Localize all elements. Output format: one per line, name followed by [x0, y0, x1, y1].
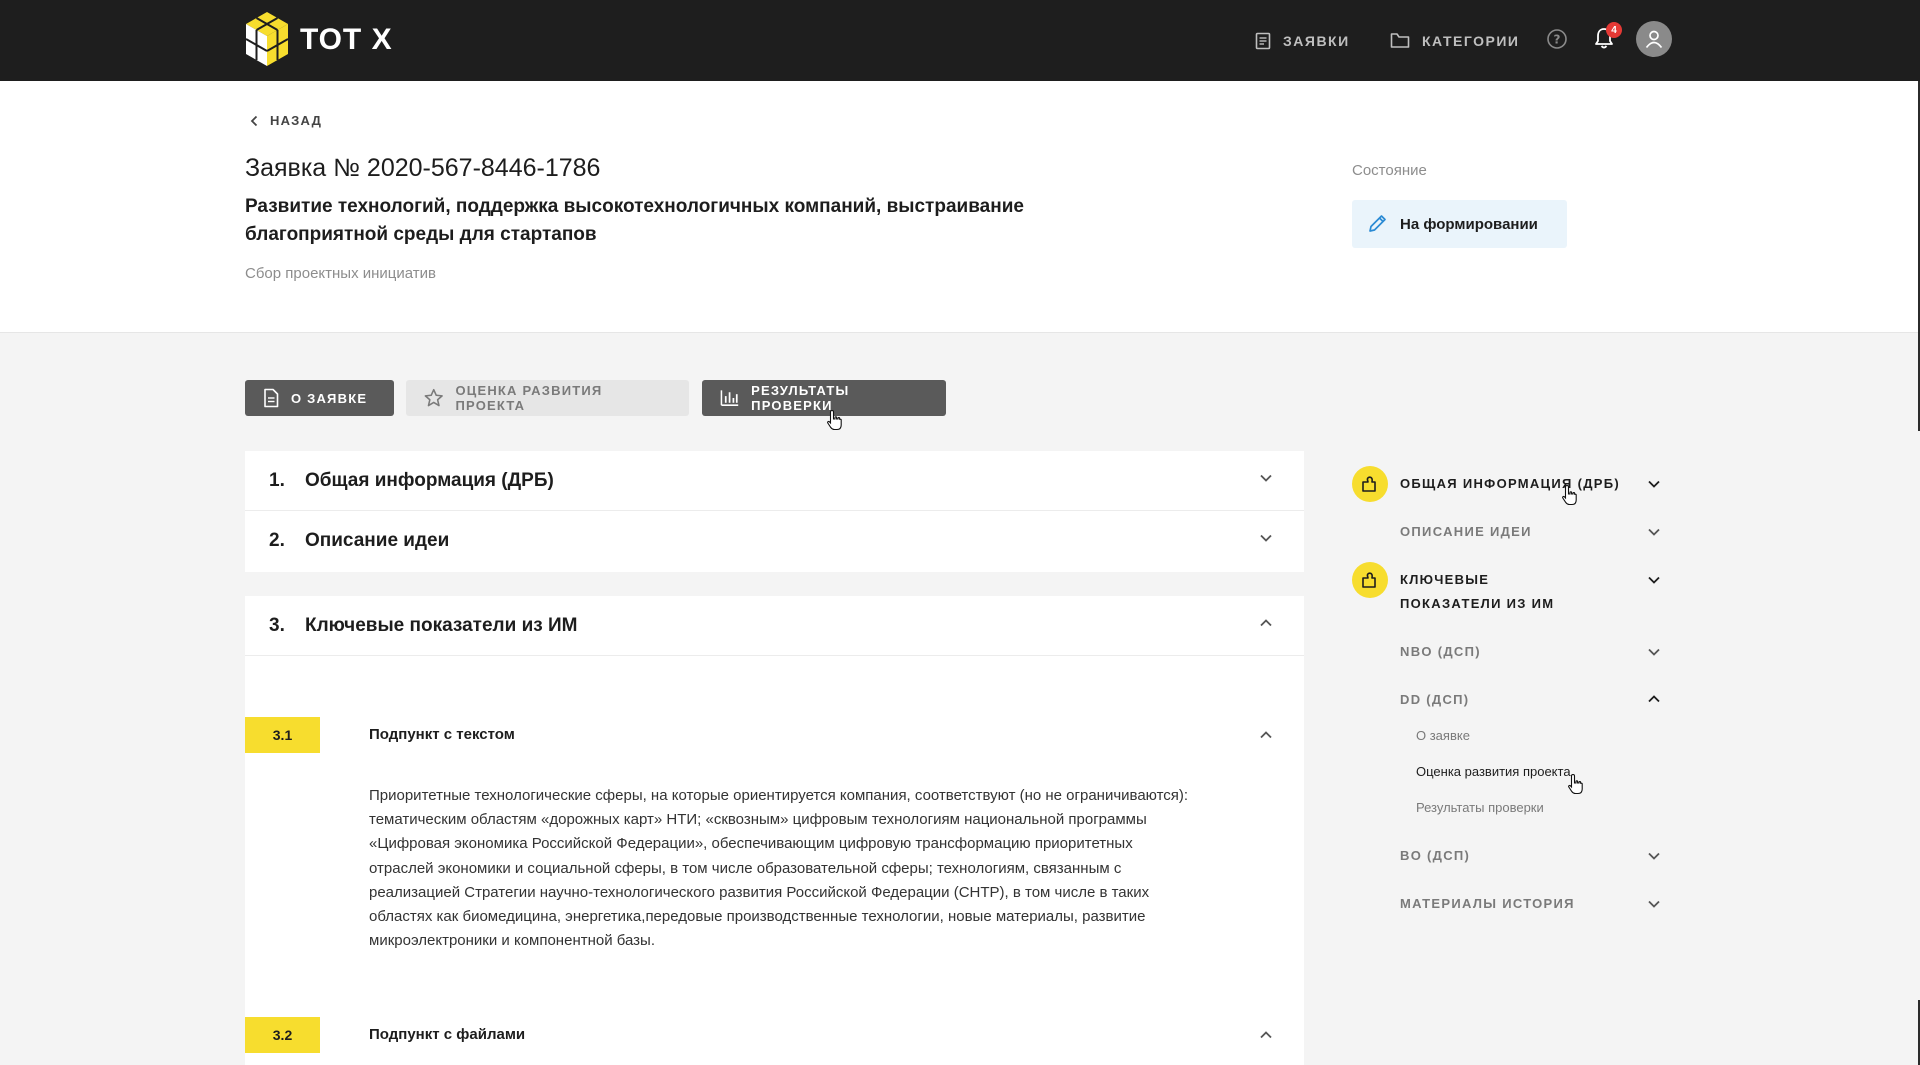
avatar[interactable]: [1636, 21, 1672, 57]
section-number: 1.: [269, 469, 285, 491]
chevron-down-icon[interactable]: [1647, 575, 1661, 585]
back-label: НАЗАД: [270, 113, 323, 128]
section-title: Описание идеи: [305, 530, 450, 551]
tab-about-label: О ЗАЯВКЕ: [291, 390, 368, 406]
state-label: Состояние: [1352, 162, 1427, 179]
sidebar-item-idea[interactable]: ОПИСАНИЕ ИДЕИ: [1400, 520, 1532, 544]
logo[interactable]: ТОТ X: [244, 10, 393, 70]
sidebar-item-bo[interactable]: BO (ДСП): [1400, 844, 1470, 868]
subsection-title[interactable]: Подпункт с текстом: [369, 726, 515, 743]
section-general-info[interactable]: 1. Общая информация (ДРБ): [245, 451, 1304, 511]
nav-categories-label: КАТЕГОРИИ: [1422, 32, 1520, 49]
chevron-up-icon[interactable]: [1259, 730, 1273, 740]
chevron-down-icon[interactable]: [1647, 527, 1661, 537]
svg-text:?: ?: [1554, 33, 1561, 47]
bar-chart-icon: [720, 390, 739, 406]
status-badge-label: На формировании: [1400, 215, 1538, 233]
subsection-number-badge: 3.1: [245, 717, 320, 753]
tab-evaluation[interactable]: ОЦЕНКА РАЗВИТИЯ ПРОЕКТА: [406, 380, 689, 416]
request-subtitle: Развитие технологий, поддержка высокотех…: [245, 196, 1024, 245]
chevron-down-icon[interactable]: [1647, 479, 1661, 489]
logo-cube-icon: [245, 12, 289, 66]
notifications-badge: 4: [1606, 22, 1622, 38]
chevron-up-icon[interactable]: [1647, 694, 1661, 704]
document-icon: [264, 388, 279, 408]
nav-requests-label: ЗАЯВКИ: [1283, 32, 1350, 49]
section-idea-description[interactable]: 2. Описание идеи: [245, 511, 1304, 571]
logo-text: ТОТ X: [300, 23, 393, 56]
puzzle-icon: [1352, 562, 1388, 598]
sidebar-item-nbo[interactable]: NBO (ДСП): [1400, 640, 1481, 664]
chevron-left-icon: [250, 115, 258, 126]
pencil-icon: [1369, 215, 1386, 232]
sidebar-subitem-results[interactable]: Результаты проверки: [1416, 800, 1544, 815]
nav-categories[interactable]: КАТЕГОРИИ: [1390, 0, 1519, 81]
tab-results[interactable]: РЕЗУЛЬТАТЫ ПРОВЕРКИ: [702, 380, 946, 416]
status-badge: На формировании: [1352, 200, 1567, 248]
hand-cursor-icon: [827, 409, 842, 431]
sidebar-item-materials[interactable]: МАТЕРИАЛЫ ИСТОРИЯ: [1400, 892, 1575, 916]
chevron-down-icon: [1260, 534, 1272, 542]
subsection-text: Приоритетные технологические сферы, на к…: [369, 787, 1189, 950]
subsection-title[interactable]: Подпункт с файлами: [369, 1026, 525, 1043]
request-category: Сбор проектных инициатив: [245, 265, 437, 282]
sidebar-item-dd[interactable]: DD (ДСП): [1400, 688, 1469, 712]
help-icon[interactable]: ?: [1546, 28, 1568, 55]
sidebar-item-label: ПОКАЗАТЕЛИ ИЗ ИМ: [1400, 596, 1555, 611]
folder-icon: [1390, 33, 1410, 48]
section-title: Ключевые показатели из ИМ: [305, 614, 578, 636]
tab-about[interactable]: О ЗАЯВКЕ: [245, 380, 394, 416]
star-icon: [424, 388, 443, 407]
chevron-up-icon[interactable]: [1259, 1030, 1273, 1040]
hand-cursor-icon: [1562, 484, 1577, 506]
sidebar-subitem-evaluation[interactable]: Оценка развития проекта: [1416, 764, 1571, 779]
subsection-number-badge: 3.2: [245, 1017, 320, 1053]
sections-card: 1. Общая информация (ДРБ) 2. Описание ид…: [245, 451, 1304, 572]
section-key-indicators-card: 3. Ключевые показатели из ИМ 3.1 Подпунк…: [245, 596, 1304, 1065]
sidebar-item-label: КЛЮЧЕВЫЕ: [1400, 572, 1490, 587]
sidebar-subitem-about[interactable]: О заявке: [1416, 728, 1470, 743]
chevron-down-icon: [1260, 474, 1272, 482]
chevron-down-icon[interactable]: [1647, 647, 1661, 657]
tab-evaluation-label: ОЦЕНКА РАЗВИТИЯ ПРОЕКТА: [455, 383, 603, 413]
sidebar-item-key-indicators[interactable]: КЛЮЧЕВЫЕ ПОКАЗАТЕЛИ ИЗ ИМ: [1400, 568, 1554, 616]
sidebar-item-general-info[interactable]: ОБЩАЯ ИНФОРМАЦИЯ (ДРБ): [1400, 472, 1620, 496]
back-link[interactable]: НАЗАД: [250, 113, 322, 128]
hand-cursor-icon: [1568, 773, 1583, 795]
section-number: 3.: [269, 614, 285, 636]
user-icon: [1645, 30, 1663, 49]
page-title: Заявка № 2020-567-8446-1786: [245, 154, 601, 182]
chevron-down-icon[interactable]: [1647, 851, 1661, 861]
section-title: Общая информация (ДРБ): [305, 469, 554, 491]
section-key-indicators[interactable]: 3. Ключевые показатели из ИМ: [245, 596, 1304, 656]
nav-requests[interactable]: ЗАЯВКИ: [1255, 0, 1350, 81]
chevron-down-icon[interactable]: [1647, 899, 1661, 909]
top-navbar: ТОТ X ЗАЯВКИ КАТЕГОРИИ ? 4: [0, 0, 1920, 81]
puzzle-icon: [1352, 466, 1388, 502]
section-number: 2.: [269, 530, 285, 551]
document-icon: [1255, 32, 1271, 49]
chevron-up-icon: [1260, 619, 1272, 627]
